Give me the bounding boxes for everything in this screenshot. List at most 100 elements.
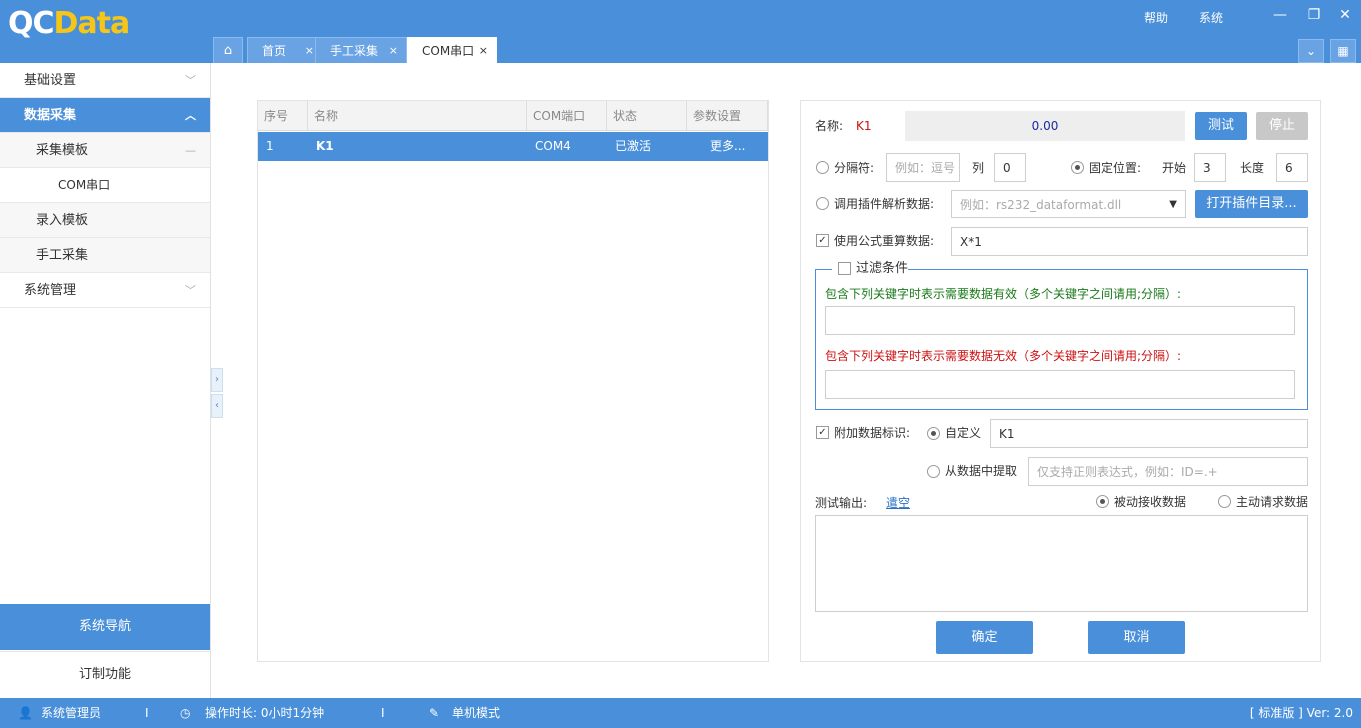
plugin-radio[interactable] — [816, 197, 829, 210]
user-icon: 👤 — [18, 706, 33, 720]
separator: I — [381, 706, 385, 720]
app-logo: QCData — [8, 6, 130, 41]
version-info: [ 标准版 ] Ver: 2.0 — [1249, 706, 1353, 720]
plugin-label: 调用插件解析数据: — [834, 197, 935, 211]
expand-sidebar-icon[interactable]: › — [211, 368, 223, 392]
column-header[interactable]: COM端口 — [527, 101, 607, 131]
tab-com-port[interactable]: COM串口 × — [407, 37, 497, 63]
sidebar-item-com-port[interactable]: COM串口 — [0, 168, 210, 203]
cancel-button[interactable]: 取消 — [1088, 621, 1185, 654]
current-user: 系统管理员 — [41, 706, 102, 720]
tab-label: COM串口 — [422, 44, 475, 58]
name-label: 名称: — [815, 119, 844, 133]
cell-port: COM4 — [535, 139, 571, 153]
fixed-position-radio[interactable] — [1071, 161, 1084, 174]
sidebar-item-manual-collect[interactable]: 手工采集 — [0, 238, 210, 273]
grid-icon[interactable]: ▦ — [1330, 39, 1356, 63]
active-radio[interactable] — [1218, 495, 1231, 508]
start-label: 开始 — [1162, 161, 1187, 175]
cell-name: K1 — [316, 139, 334, 153]
chevron-down-icon: ﹀ — [185, 74, 196, 87]
formula-input[interactable]: X*1 — [951, 227, 1308, 256]
cell-status: 已激活 — [615, 139, 652, 153]
close-icon[interactable]: ✕ — [1335, 5, 1355, 25]
clock-icon: ◷ — [180, 706, 191, 720]
sidebar-item-entry-template[interactable]: 录入模板 — [0, 203, 210, 238]
start-input[interactable]: 3 — [1194, 153, 1226, 182]
custom-label: 自定义 — [945, 426, 982, 440]
sidebar-item-collect-template[interactable]: 采集模板 — — [0, 133, 210, 168]
sidebar-item-data-collect[interactable]: 数据采集 ︿ — [0, 98, 210, 133]
clear-link[interactable]: 遣空 — [886, 495, 910, 511]
extract-radio[interactable] — [927, 465, 940, 478]
minimize-icon[interactable]: — — [1270, 5, 1290, 25]
output-textarea[interactable] — [815, 515, 1308, 612]
column-header[interactable]: 状态 — [607, 101, 687, 131]
passive-label: 被动接收数据 — [1114, 495, 1187, 509]
ok-button[interactable]: 确定 — [936, 621, 1033, 654]
open-plugin-dir-button[interactable]: 打开插件目录... — [1195, 190, 1308, 218]
column-header[interactable]: 参数设置 — [687, 101, 768, 131]
passive-radio[interactable] — [1096, 495, 1109, 508]
extract-input[interactable]: 仅支持正则表达式，例如：ID=.+ — [1028, 457, 1308, 486]
name-value: K1 — [856, 119, 872, 133]
stop-button[interactable]: 停止 — [1256, 112, 1308, 140]
active-label: 主动请求数据 — [1236, 495, 1309, 509]
status-bar: 👤 系统管理员 I ◷ 操作时长: 0小时1分钟 I ✎ 单机模式 [ 标准版 … — [0, 698, 1361, 728]
filter-valid-input[interactable] — [825, 306, 1295, 335]
com-port-table: 序号 名称 COM端口 状态 参数设置 1 K1 COM4 已激活 更多... — [257, 100, 769, 662]
test-button[interactable]: 测试 — [1195, 112, 1247, 140]
custom-input[interactable]: K1 — [990, 419, 1308, 448]
separator-radio[interactable] — [816, 161, 829, 174]
collapse-sidebar-icon[interactable]: ‹ — [211, 394, 223, 418]
formula-checkbox[interactable]: ✓ — [816, 234, 829, 247]
sidebar-item-basic-settings[interactable]: 基础设置 ﹀ — [0, 63, 210, 98]
extract-label: 从数据中提取 — [945, 464, 1018, 478]
chevron-down-icon: ﹀ — [185, 284, 196, 297]
help-menu[interactable]: 帮助 — [1144, 9, 1168, 26]
tab-manual-collect[interactable]: 手工采集 × — [315, 37, 407, 63]
tab-close-icon[interactable]: × — [389, 38, 398, 64]
column-header[interactable]: 序号 — [258, 101, 308, 131]
tab-label: 首页 — [262, 44, 287, 58]
cell-no: 1 — [266, 139, 274, 153]
run-mode: 单机模式 — [452, 706, 501, 720]
col-label: 列 — [972, 161, 985, 175]
filter-checkbox[interactable] — [838, 262, 851, 275]
table-row[interactable]: 1 K1 COM4 已激活 更多... — [258, 132, 768, 161]
top-bar: QCData 帮助 系统 — ❐ ✕ ⌂ 首页 × 手工采集 × COM串口 ×… — [0, 0, 1361, 63]
mode-icon: ✎ — [429, 706, 440, 720]
tab-close-icon[interactable]: × — [305, 38, 314, 64]
home-icon[interactable]: ⌂ — [213, 37, 243, 63]
custom-radio[interactable] — [927, 427, 940, 440]
chevron-up-icon: ︿ — [185, 109, 196, 122]
filter-valid-label: 包含下列关键字时表示需要数据有效（多个关键字之间请用;分隔）: — [825, 287, 1182, 301]
tag-checkbox[interactable]: ✓ — [816, 426, 829, 439]
length-label: 长度 — [1240, 161, 1265, 175]
restore-icon[interactable]: ❐ — [1304, 5, 1324, 25]
value-display: 0.00 — [905, 111, 1185, 141]
more-settings-link[interactable]: 更多... — [710, 132, 745, 161]
column-header[interactable]: 名称 — [308, 101, 527, 131]
tab-close-icon[interactable]: × — [479, 38, 488, 64]
tab-home[interactable]: 首页 × — [247, 37, 323, 63]
formula-label: 使用公式重算数据: — [834, 234, 935, 248]
operation-duration: 操作时长: 0小时1分钟 — [205, 706, 325, 720]
output-label: 测试输出: — [815, 496, 868, 510]
sidebar-item-system-manage[interactable]: 系统管理 ﹀ — [0, 273, 210, 308]
custom-function-button[interactable]: 订制功能 — [0, 651, 210, 697]
system-menu[interactable]: 系统 — [1199, 9, 1223, 26]
plugin-select[interactable]: 例如：rs232_dataformat.dll ▼ — [951, 190, 1186, 218]
sidebar: 基础设置 ﹀ 数据采集 ︿ 采集模板 — COM串口 录入模板 手工采集 系统管理 ﹀ … — [0, 63, 211, 698]
filter-invalid-label: 包含下列关键字时表示需要数据无效（多个关键字之间请用;分隔）: — [825, 349, 1182, 363]
length-input[interactable]: 6 — [1276, 153, 1308, 182]
dropdown-arrow-icon: ▼ — [1169, 199, 1177, 210]
fixed-position-label: 固定位置: — [1089, 161, 1142, 175]
dropdown-tabs-icon[interactable]: ⌄ — [1298, 39, 1324, 63]
separator-label: 分隔符: — [834, 161, 875, 175]
col-input[interactable]: 0 — [994, 153, 1026, 182]
filter-invalid-input[interactable] — [825, 370, 1295, 399]
tag-label: 附加数据标识: — [834, 426, 911, 440]
system-nav-button[interactable]: 系统导航 — [0, 604, 210, 650]
separator-input[interactable]: 例如：逗号 — [886, 153, 960, 182]
